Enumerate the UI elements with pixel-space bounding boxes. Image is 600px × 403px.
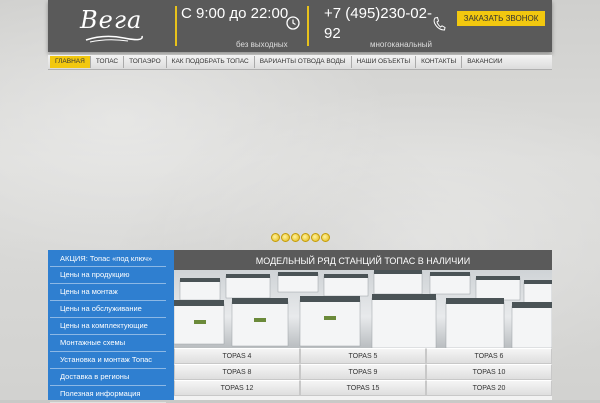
site-header: Вега С 9:00 до 22:00 без выходных +7 (49… [48, 0, 552, 52]
sidebar-item-useful-info[interactable]: Полезная информация [50, 386, 166, 403]
model-topas-8[interactable]: TOPAS 8 [174, 364, 300, 380]
sidebar-item-delivery[interactable]: Доставка в регионы [50, 369, 166, 386]
models-row: TOPAS 12 TOPAS 15 TOPAS 20 [174, 380, 552, 396]
nav-item-our-objects[interactable]: НАШИ ОБЪЕКТЫ [352, 56, 417, 68]
working-hours-note: без выходных [236, 40, 288, 49]
logo-text: Вега [80, 6, 143, 34]
model-topas-12[interactable]: TOPAS 12 [174, 380, 300, 396]
nav-item-how-to-choose[interactable]: КАК ПОДОБРАТЬ ТОПАС [167, 56, 255, 68]
models-row: TOPAS 8 TOPAS 9 TOPAS 10 [174, 364, 552, 380]
working-hours: С 9:00 до 22:00 [181, 5, 289, 22]
model-topas-5[interactable]: TOPAS 5 [300, 348, 426, 364]
header-divider [175, 6, 177, 46]
logo[interactable]: Вега [76, 4, 196, 48]
model-topas-4[interactable]: TOPAS 4 [174, 348, 300, 364]
model-topas-20[interactable]: TOPAS 20 [426, 380, 552, 396]
header-divider [307, 6, 309, 46]
model-topas-9[interactable]: TOPAS 9 [300, 364, 426, 380]
tanks-image [174, 270, 552, 348]
models-row: TOPAS 4 TOPAS 5 TOPAS 6 [174, 348, 552, 364]
slider-dot[interactable] [271, 233, 280, 242]
nav-item-contacts[interactable]: КОНТАКТЫ [416, 56, 463, 68]
sidebar-item-installation-schemes[interactable]: Монтажные схемы [50, 335, 166, 352]
sidebar-menu: АКЦИЯ: Топас «под ключ» Цены на продукци… [48, 250, 174, 403]
clock-icon [286, 16, 300, 30]
slider-dot[interactable] [311, 233, 320, 242]
sidebar-item-parts-prices[interactable]: Цены на комплектующие [50, 318, 166, 335]
slider-dot[interactable] [281, 233, 290, 242]
sidebar-item-service-prices[interactable]: Цены на обслуживание [50, 301, 166, 318]
main-nav: ГЛАВНАЯ ТОПАС ТОПАЭРО КАК ПОДОБРАТЬ ТОПА… [48, 55, 552, 70]
slider-dot[interactable] [301, 233, 310, 242]
sidebar-item-installation[interactable]: Установка и монтаж Топас [50, 352, 166, 369]
model-topas-6[interactable]: TOPAS 6 [426, 348, 552, 364]
slider-dot[interactable] [321, 233, 330, 242]
slider-dot[interactable] [291, 233, 300, 242]
phone-icon [433, 16, 446, 31]
nav-item-drainage-options[interactable]: ВАРИАНТЫ ОТВОДА ВОДЫ [255, 56, 352, 68]
model-topas-10[interactable]: TOPAS 10 [426, 364, 552, 380]
sidebar-item-installation-prices[interactable]: Цены на монтаж [50, 284, 166, 301]
nav-item-topaero[interactable]: ТОПАЭРО [124, 56, 167, 68]
order-callback-button[interactable]: ЗАКАЗАТЬ ЗВОНОК [457, 11, 545, 26]
nav-item-topas[interactable]: ТОПАС [91, 56, 125, 68]
phone-number[interactable]: +7 (495)230-02-92 [324, 4, 434, 44]
models-grid: TOPAS 4 TOPAS 5 TOPAS 6 TOPAS 8 TOPAS 9 … [174, 348, 552, 396]
nav-item-home[interactable]: ГЛАВНАЯ [50, 56, 91, 68]
nav-item-vacancies[interactable]: ВАКАНСИИ [462, 56, 507, 68]
tanks-illustration [174, 270, 552, 348]
phone-note: многоканальный [370, 40, 433, 49]
sidebar-item-product-prices[interactable]: Цены на продукцию [50, 267, 166, 284]
sidebar-item-promo[interactable]: АКЦИЯ: Топас «под ключ» [50, 251, 166, 267]
logo-swoosh-icon [85, 35, 143, 43]
panel-title: МОДЕЛЬНЫЙ РЯД СТАНЦИЙ ТОПАС В НАЛИЧИИ [174, 250, 552, 270]
model-topas-15[interactable]: TOPAS 15 [300, 380, 426, 396]
model-range-panel: МОДЕЛЬНЫЙ РЯД СТАНЦИЙ ТОПАС В НАЛИЧИИ TO… [174, 250, 552, 400]
slider-pagination [271, 233, 330, 242]
